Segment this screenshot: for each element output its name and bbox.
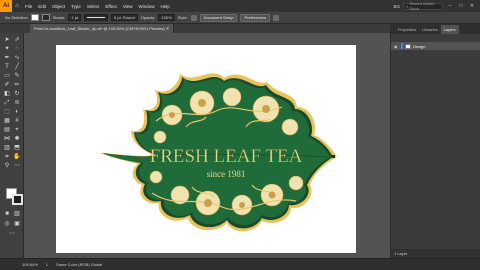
zoom-level[interactable]: 105.64% [22, 262, 38, 267]
symbol-sprayer-icon[interactable]: ✺ [13, 136, 21, 143]
menu-window[interactable]: Window [135, 4, 157, 9]
stroke-color-swatch[interactable] [12, 194, 23, 205]
gradient-mode-icon[interactable]: ▧ [13, 211, 21, 218]
direct-selection-tool-icon[interactable]: ⇗ [13, 37, 21, 44]
free-transform-icon[interactable]: ⬚ [3, 109, 11, 116]
gradient-tool-icon[interactable]: ▤ [3, 127, 11, 134]
menu-bar: Ai ⌂ File Edit Object Type Select Effect… [0, 0, 480, 12]
line-tool-icon[interactable]: ╱ [13, 64, 21, 71]
search-placeholder: Search Adobe Stock [409, 1, 435, 11]
tools-panel: ➤ ⇗ ✦ ◌ ✒ ∿ T ╱ ▭ ✎ ✐ ✏ ◧ ↻ ⤢ ≋ ⬚ ◐ ▦ # … [0, 33, 24, 258]
blend-tool-icon[interactable]: ⋈ [3, 136, 11, 143]
fill-swatch[interactable] [30, 14, 39, 21]
visibility-eye-icon[interactable]: ◉ [394, 44, 399, 49]
maximize-icon[interactable]: □ [457, 3, 465, 9]
layer-thumbnail [405, 43, 411, 49]
hand-tool-icon[interactable]: ✋ [13, 154, 21, 161]
shaper-tool-icon[interactable]: ✐ [3, 82, 11, 89]
artwork-title: FRESH LEAF TEA [150, 146, 303, 167]
stroke-swatch[interactable] [41, 14, 50, 21]
opacity-label: Opacity: [140, 15, 156, 20]
menu-edit[interactable]: Edit [35, 4, 49, 9]
zoom-tool-icon[interactable]: ⚲ [3, 163, 11, 170]
document-tab[interactable]: PrintCut-workflow_Leaf_Sticker_dp.ai* @ … [30, 24, 175, 33]
anchor-point-marker[interactable] [332, 155, 335, 158]
pen-tool-icon[interactable]: ✒ [3, 55, 11, 62]
pencil-icon[interactable]: ✏ [13, 82, 21, 89]
menu-select[interactable]: Select [84, 4, 103, 9]
status-info: Same Color (RGB) Global [56, 262, 103, 267]
rotate-tool-icon[interactable]: ↻ [13, 91, 21, 98]
eyedropper-icon[interactable]: ⌖ [13, 127, 21, 134]
illustrator-window: Ai ⌂ File Edit Object Type Select Effect… [0, 0, 480, 270]
opacity-field[interactable]: 100% [158, 14, 175, 21]
canvas-area[interactable]: FRESH LEAF TEA since 1981 [24, 33, 390, 258]
rectangle-tool-icon[interactable]: ▭ [3, 73, 11, 80]
mesh-tool-icon[interactable]: # [13, 118, 21, 125]
layer-color-tag [401, 43, 403, 49]
stroke-weight-field[interactable]: 1 pt [68, 14, 82, 21]
type-tool-icon[interactable]: T [3, 64, 11, 71]
layer-name[interactable]: Design [413, 44, 425, 49]
eraser-icon[interactable]: ◧ [3, 91, 11, 98]
screen-mode-icon[interactable]: ▣ [13, 221, 21, 228]
control-bar: No Selection Stroke: 1 pt 5 pt. Round Op… [0, 12, 480, 24]
tab-libraries[interactable]: Libraries [419, 25, 440, 34]
curvature-tool-icon[interactable]: ∿ [13, 55, 21, 62]
draw-mode-icon[interactable]: ◎ [3, 221, 11, 228]
stock-search-input[interactable]: ⌕ Search Adobe Stock [403, 1, 443, 11]
minimize-icon[interactable]: – [446, 3, 454, 9]
perspective-grid-icon[interactable]: ▦ [3, 118, 11, 125]
graphic-style-icon[interactable] [190, 14, 197, 21]
stroke-label: Stroke: [52, 15, 66, 20]
menu-help[interactable]: Help [157, 4, 172, 9]
artboard-tool-icon[interactable]: ⬒ [13, 145, 21, 152]
artwork-subtitle: since 1981 [207, 169, 246, 179]
paintbrush-icon[interactable]: ✎ [13, 73, 21, 80]
menu-object[interactable]: Object [49, 4, 68, 9]
lasso-icon[interactable]: ◌ [13, 46, 21, 53]
menu-effect[interactable]: Effect [102, 4, 119, 9]
close-tab-icon[interactable]: ✕ [165, 26, 169, 31]
menu-file[interactable]: File [22, 4, 35, 9]
menu-type[interactable]: Type [68, 4, 84, 9]
panel-tabs: Properties Libraries Layers [391, 24, 480, 34]
style-label: Style: [177, 15, 188, 20]
home-icon[interactable]: ⌂ [12, 0, 22, 12]
leaf-sticker-artwork[interactable]: FRESH LEAF TEA since 1981 [56, 45, 356, 253]
layers-panel: Properties Libraries Layers ◉ Design 1 L… [390, 24, 480, 258]
document-setup-button[interactable]: Document Setup [199, 13, 238, 22]
layer-row[interactable]: ◉ Design [391, 42, 480, 50]
menubar-right: BG ⌕ Search Adobe Stock – □ ✕ [393, 1, 480, 11]
layers-panel-footer: 1 Layer [391, 249, 480, 258]
app-logo: Ai [0, 0, 12, 12]
brush-definition-field[interactable]: 5 pt. Round [111, 14, 138, 21]
tab-properties[interactable]: Properties [395, 25, 419, 34]
edit-toolbar-icon[interactable]: ⋯ [8, 231, 16, 238]
selection-tool-icon[interactable]: ➤ [3, 37, 11, 44]
warp-tool-icon[interactable]: ≋ [13, 100, 21, 107]
menu-view[interactable]: View [120, 4, 136, 9]
color-mode-icon[interactable]: ■ [3, 211, 11, 218]
close-icon[interactable]: ✕ [468, 3, 476, 9]
status-bar: 105.64% 1 Same Color (RGB) Global [0, 258, 480, 270]
graph-tool-icon[interactable]: ▥ [3, 145, 11, 152]
tab-layers[interactable]: Layers [440, 25, 459, 34]
document-tab-title: PrintCut-workflow_Leaf_Sticker_dp.ai* @ … [34, 26, 165, 31]
artboard[interactable]: FRESH LEAF TEA since 1981 [56, 45, 356, 253]
variable-width-profile[interactable] [84, 14, 109, 21]
magic-wand-icon[interactable]: ✦ [3, 46, 11, 53]
document-tab-bar: PrintCut-workflow_Leaf_Sticker_dp.ai* @ … [0, 24, 390, 33]
more-tools-icon[interactable]: ⋯ [13, 163, 21, 170]
workspace-switcher[interactable]: BG [393, 4, 400, 9]
layer-count: 1 Layer [394, 251, 408, 256]
preferences-button[interactable]: Preferences [240, 13, 271, 22]
slice-tool-icon[interactable]: ⌗ [3, 154, 11, 161]
artboard-number[interactable]: 1 [46, 262, 48, 267]
arrange-icon[interactable] [273, 14, 280, 21]
shape-builder-icon[interactable]: ◐ [13, 109, 21, 116]
selection-status: No Selection [5, 15, 28, 20]
scale-tool-icon[interactable]: ⤢ [3, 100, 11, 107]
